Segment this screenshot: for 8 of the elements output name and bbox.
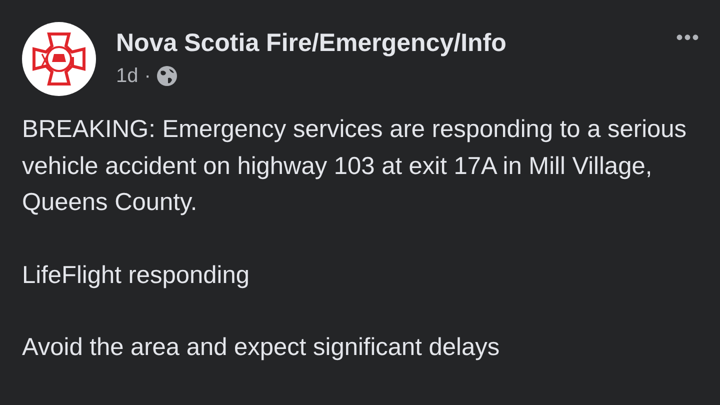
post-time[interactable]: 1d bbox=[116, 64, 138, 88]
post-paragraph: Avoid the area and expect significant delays bbox=[22, 333, 501, 363]
page-name[interactable]: Nova Scotia Fire/Emergency/Info bbox=[116, 28, 676, 58]
more-options-button[interactable]: ••• bbox=[676, 28, 700, 48]
post-paragraph: LifeFlight responding bbox=[22, 260, 250, 290]
separator-dot: · bbox=[144, 64, 151, 88]
fire-cross-logo-icon bbox=[22, 22, 96, 96]
post-paragraph: BREAKING: Emergency services are responding to a serious vehicle accident on highway 103 at exit 17A in Mill Village, Queens County. bbox=[22, 115, 688, 218]
